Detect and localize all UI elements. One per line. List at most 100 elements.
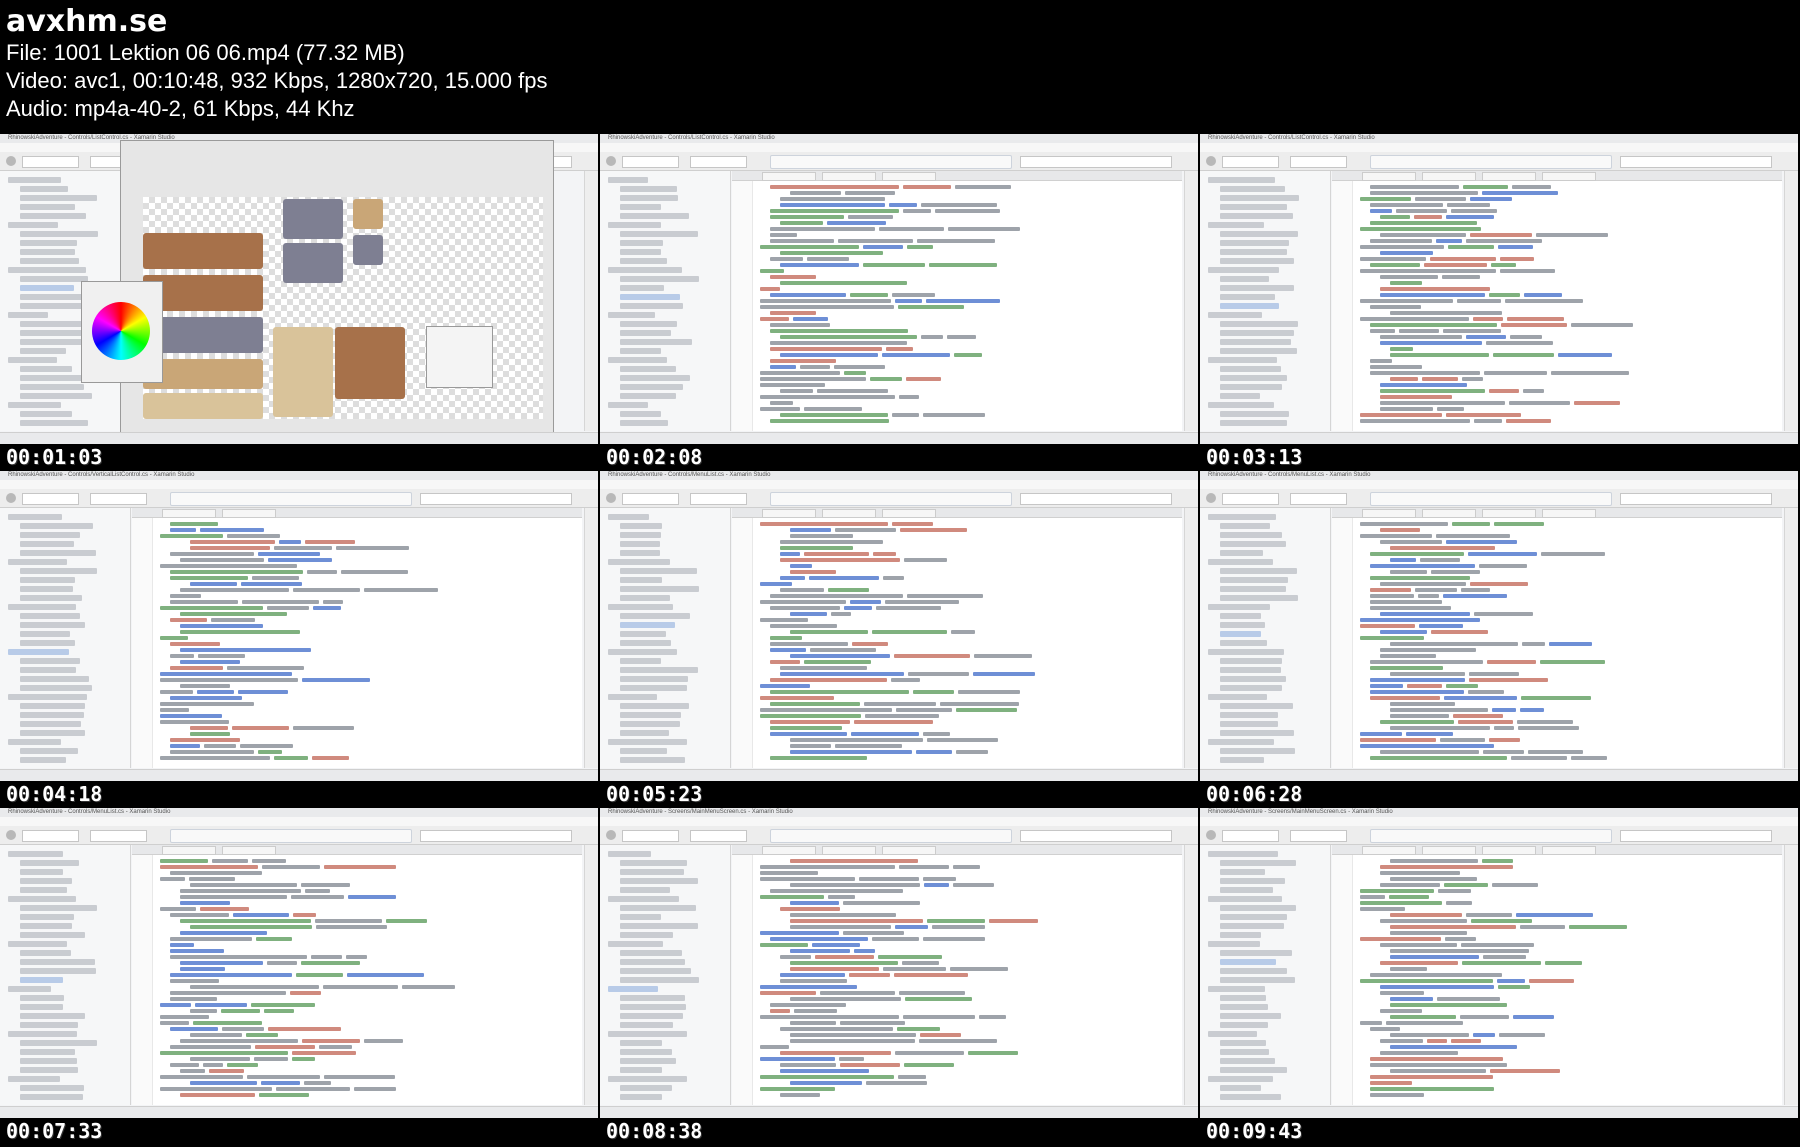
tree-item[interactable]: [1220, 748, 1295, 754]
solution-explorer[interactable]: [0, 508, 131, 768]
tree-item[interactable]: [1220, 685, 1282, 691]
tree-item[interactable]: [620, 1013, 683, 1019]
search-input[interactable]: [1620, 156, 1772, 168]
editor-tab[interactable]: [762, 846, 816, 855]
tree-item[interactable]: [620, 1022, 673, 1028]
tree-item[interactable]: [20, 995, 64, 1001]
tree-item[interactable]: [20, 869, 63, 875]
tree-item[interactable]: [608, 222, 661, 228]
config-select[interactable]: [1222, 493, 1279, 505]
editor-tab[interactable]: [1362, 172, 1416, 181]
tree-item[interactable]: [1220, 1049, 1269, 1055]
tree-item[interactable]: [1220, 995, 1266, 1001]
tree-item[interactable]: [1220, 613, 1261, 619]
tree-item[interactable]: [608, 1031, 687, 1037]
tree-item[interactable]: [620, 721, 680, 727]
solution-explorer[interactable]: [600, 845, 731, 1105]
tree-item[interactable]: [20, 195, 97, 201]
tree-item[interactable]: [20, 249, 75, 255]
tree-item[interactable]: [20, 914, 74, 920]
status-bar[interactable]: [1370, 492, 1612, 506]
tree-item[interactable]: [620, 258, 667, 264]
solution-explorer[interactable]: [1200, 508, 1331, 768]
solution-explorer[interactable]: [600, 171, 731, 431]
tree-item[interactable]: [20, 1013, 85, 1019]
tree-item[interactable]: [1220, 231, 1298, 237]
tree-item[interactable]: [620, 757, 685, 763]
editor-tab[interactable]: [822, 172, 876, 181]
tree-item[interactable]: [20, 887, 67, 893]
editor-tab[interactable]: [1422, 509, 1476, 518]
tree-item[interactable]: [20, 366, 72, 372]
config-select[interactable]: [1290, 830, 1347, 842]
tree-item[interactable]: [8, 357, 57, 363]
tree-item[interactable]: [620, 586, 699, 592]
tree-item[interactable]: [620, 748, 667, 754]
tree-item[interactable]: [8, 986, 51, 992]
config-select[interactable]: [622, 493, 679, 505]
tree-item[interactable]: [20, 550, 96, 556]
tree-item[interactable]: [608, 941, 663, 947]
tree-item[interactable]: [1220, 923, 1284, 929]
status-bar[interactable]: [770, 155, 1012, 169]
tree-item[interactable]: [1220, 712, 1278, 718]
tree-item[interactable]: [20, 640, 75, 646]
tree-item[interactable]: [608, 402, 648, 408]
tree-item[interactable]: [1220, 532, 1282, 538]
tree-item[interactable]: [1208, 177, 1275, 183]
tree-item[interactable]: [620, 249, 661, 255]
tree-item[interactable]: [1220, 631, 1261, 637]
tree-item[interactable]: [608, 896, 679, 902]
paint-window[interactable]: [81, 140, 554, 434]
tree-item[interactable]: [620, 375, 690, 381]
tree-item[interactable]: [608, 514, 649, 520]
tree-item[interactable]: [620, 667, 698, 673]
properties-rail[interactable]: [584, 508, 598, 768]
tree-item[interactable]: [620, 932, 673, 938]
tree-item[interactable]: [620, 420, 668, 426]
tree-item[interactable]: [620, 631, 666, 637]
editor-tab[interactable]: [1482, 172, 1536, 181]
tree-item[interactable]: [20, 204, 75, 210]
tree-item[interactable]: [1220, 658, 1282, 664]
tree-item[interactable]: [620, 384, 683, 390]
tree-item[interactable]: [20, 532, 80, 538]
tree-item[interactable]: [1220, 411, 1289, 417]
tree-item[interactable]: [620, 1085, 672, 1091]
code-editor[interactable]: [732, 845, 1182, 1105]
tree-item[interactable]: [608, 604, 673, 610]
properties-rail[interactable]: [1184, 845, 1198, 1105]
color-wheel[interactable]: [92, 302, 150, 360]
editor-tab[interactable]: [1422, 846, 1476, 855]
config-select[interactable]: [690, 493, 747, 505]
run-button[interactable]: [1206, 493, 1216, 503]
tree-item[interactable]: [1220, 348, 1297, 354]
editor-tab[interactable]: [1362, 509, 1416, 518]
status-bar[interactable]: [770, 492, 1012, 506]
tree-item[interactable]: [620, 568, 697, 574]
tree-item[interactable]: [20, 586, 73, 592]
config-select[interactable]: [622, 156, 679, 168]
tree-item[interactable]: [20, 285, 74, 291]
search-input[interactable]: [420, 830, 572, 842]
tree-item[interactable]: [20, 685, 92, 691]
tree-item[interactable]: [1220, 213, 1293, 219]
tree-item[interactable]: [1220, 676, 1286, 682]
tree-item[interactable]: [608, 267, 682, 273]
editor-tab[interactable]: [1542, 846, 1596, 855]
editor-tab[interactable]: [1482, 846, 1536, 855]
tree-item[interactable]: [1208, 267, 1279, 273]
tree-item[interactable]: [620, 294, 680, 300]
tree-item[interactable]: [620, 595, 670, 601]
tree-item[interactable]: [1208, 357, 1277, 363]
tree-item[interactable]: [620, 1040, 662, 1046]
tree-item[interactable]: [20, 631, 70, 637]
config-select[interactable]: [1290, 493, 1347, 505]
tree-item[interactable]: [608, 312, 655, 318]
tree-item[interactable]: [1220, 240, 1289, 246]
run-button[interactable]: [6, 830, 16, 840]
tree-item[interactable]: [1208, 941, 1260, 947]
tree-item[interactable]: [20, 860, 79, 866]
tree-item[interactable]: [1220, 249, 1287, 255]
properties-rail[interactable]: [1784, 845, 1798, 1105]
